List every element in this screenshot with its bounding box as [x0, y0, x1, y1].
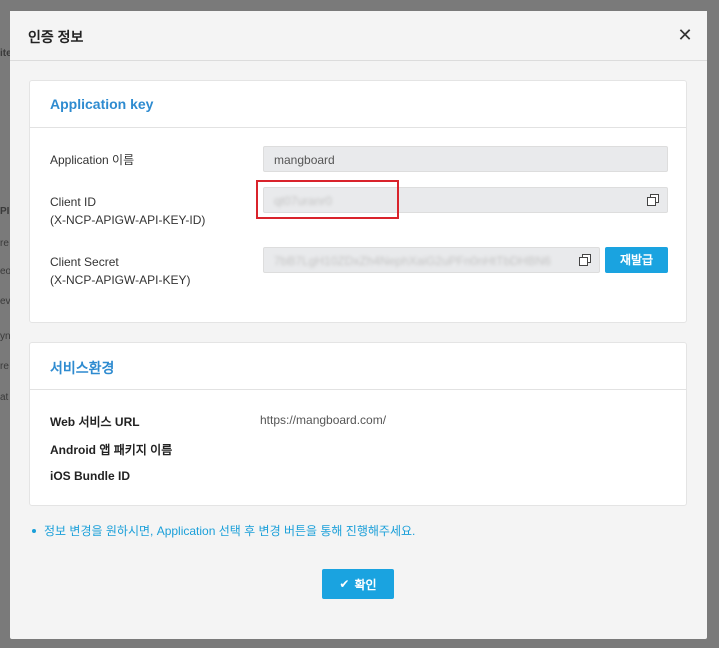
highlight-box [256, 180, 399, 219]
app-name-field[interactable]: mangboard [263, 146, 668, 172]
confirm-button[interactable]: ✔ 확인 [322, 569, 394, 599]
client-secret-label: Client Secret (X-NCP-APIGW-API-KEY) [50, 253, 190, 289]
copy-icon[interactable] [579, 254, 591, 266]
web-url-value: https://mangboard.com/ [260, 413, 387, 427]
client-secret-value: 7bB7LgH10ZDxZh4NephXaiG2uPFn0nHtTbDHBN6 [274, 254, 551, 268]
ios-bundle-label: iOS Bundle ID [50, 469, 131, 483]
android-package-label: Android 앱 패키지 이름 [50, 443, 173, 457]
auth-info-dialog: 인증 정보 ✕ Application key Application 이름 m… [10, 11, 707, 639]
client-id-label-line2: (X-NCP-APIGW-API-KEY-ID) [50, 213, 206, 227]
bullet-icon [32, 528, 36, 533]
background-text: at [0, 392, 9, 403]
dialog-title: 인증 정보 [28, 29, 84, 45]
confirm-label: 확인 [354, 577, 377, 592]
info-note-text: 정보 변경을 원하시면, Application 선택 후 변경 버튼을 통해 … [44, 524, 416, 538]
background-text: re [0, 238, 9, 249]
background-text: yn [0, 331, 11, 342]
service-env-title: 서비스환경 [30, 343, 686, 390]
background-text: PI [0, 206, 10, 217]
close-icon[interactable]: ✕ [675, 25, 695, 45]
client-secret-label-line1: Client Secret [50, 255, 119, 269]
service-env-card: 서비스환경 Web 서비스 URL https://mangboard.com/… [29, 342, 687, 506]
reissue-button[interactable]: 재발급 [605, 247, 668, 273]
background-text: re [0, 361, 9, 372]
info-note: 정보 변경을 원하시면, Application 선택 후 변경 버튼을 통해 … [32, 522, 415, 539]
client-secret-field[interactable]: 7bB7LgH10ZDxZh4NephXaiG2uPFn0nHtTbDHBN6 [263, 247, 600, 273]
application-key-title: Application key [30, 81, 686, 128]
web-url-label: Web 서비스 URL [50, 415, 140, 429]
copy-icon[interactable] [647, 194, 659, 206]
app-name-label: Application 이름 [50, 153, 135, 167]
client-id-label: Client ID (X-NCP-APIGW-API-KEY-ID) [50, 193, 205, 229]
check-icon: ✔ [339, 577, 350, 591]
dialog-header: 인증 정보 ✕ [10, 11, 707, 61]
application-key-card: Application key Application 이름 mangboard… [29, 80, 687, 323]
client-secret-label-line2: (X-NCP-APIGW-API-KEY) [50, 273, 191, 287]
client-id-label-line1: Client ID [50, 195, 97, 209]
